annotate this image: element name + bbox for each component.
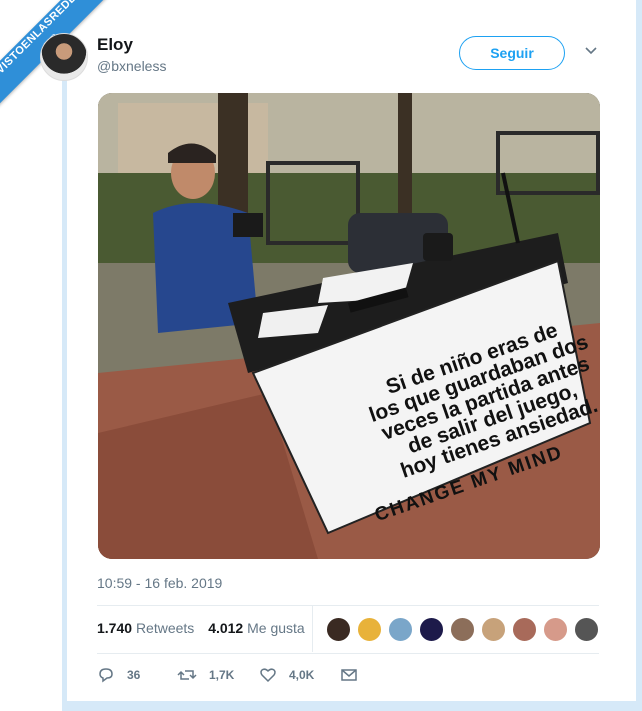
follow-button[interactable]: Seguir [459,36,565,70]
divider [97,653,599,654]
liker-avatar[interactable] [326,617,351,642]
avatar[interactable] [40,33,88,81]
frame-right [636,0,642,711]
liker-avatar[interactable] [481,617,506,642]
liker-avatar[interactable] [419,617,444,642]
retweet-button[interactable]: 1,7K [177,666,234,684]
user-handle[interactable]: @bxneless [97,58,166,74]
message-button[interactable] [340,666,370,684]
liker-avatar[interactable] [450,617,475,642]
retweet-count[interactable]: 1.740 [97,620,132,636]
retweet-label[interactable]: Retweets [136,620,194,636]
reply-button[interactable]: 36 [97,666,140,684]
divider [97,605,599,606]
tweet-actions: 36 1,7K 4,0K [97,666,397,686]
like-button[interactable]: 4,0K [259,666,314,684]
reply-count: 36 [127,668,141,682]
stats-separator [312,606,313,652]
reply-icon [99,668,113,683]
meme-photo [98,93,600,559]
chevron-down-icon[interactable] [584,44,598,58]
like-label[interactable]: Me gusta [247,620,305,636]
tweet-timestamp[interactable]: 10:59 - 16 feb. 2019 [97,575,222,591]
liker-avatar[interactable] [512,617,537,642]
liker-avatar[interactable] [574,617,599,642]
like-action-count: 4,0K [289,668,315,682]
liker-avatar[interactable] [357,617,382,642]
liker-avatar[interactable] [543,617,568,642]
like-count[interactable]: 4.012 [208,620,243,636]
likers-avatars [326,617,605,642]
frame-bottom [62,701,642,711]
retweet-action-count: 1,7K [209,668,235,682]
tweet-stats: 1.740 Retweets 4.012 Me gusta [97,620,315,636]
liker-avatar[interactable] [388,617,413,642]
envelope-icon [341,669,357,681]
frame-line [62,70,67,711]
user-name[interactable]: Eloy [97,35,133,55]
meme-image[interactable] [98,93,600,559]
retweet-icon [177,670,197,680]
heart-icon [260,668,276,683]
